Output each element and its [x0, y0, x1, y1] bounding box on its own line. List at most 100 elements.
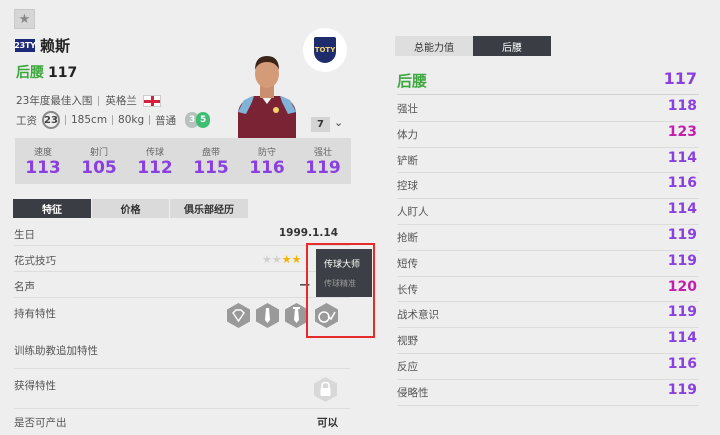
divider — [65, 115, 66, 125]
upgrade-level[interactable]: 7 — [311, 117, 330, 132]
attribute-value: 120 — [667, 278, 697, 295]
skill-star-rating: ★★★★ — [262, 253, 302, 266]
foot-rating: 3 5 — [185, 112, 211, 128]
stat-shooting: 射门 105 — [81, 147, 117, 178]
star-icon: ★ — [18, 11, 31, 27]
attribute-row: 长传 120 — [397, 276, 699, 301]
attribute-row: 视野 114 — [397, 327, 699, 352]
position-value: 117 — [663, 69, 697, 88]
producible-label: 是否可产出 — [14, 417, 67, 429]
player-portrait — [238, 56, 296, 138]
row-producible: 是否可产出 可以 — [14, 415, 350, 430]
stat-passing: 传球 112 — [137, 147, 173, 178]
attribute-row: 体力 123 — [397, 121, 699, 146]
producible-value: 可以 — [317, 417, 338, 429]
attribute-value: 114 — [667, 201, 697, 218]
attribute-value: 116 — [667, 175, 697, 192]
stat-dribbling: 盘带 115 — [193, 147, 229, 178]
player-name: 赖斯 — [40, 37, 71, 55]
tab-price[interactable]: 价格 — [92, 199, 169, 218]
divider — [112, 115, 114, 125]
attribute-name: 抢断 — [397, 232, 418, 244]
attribute-row: 战术意识 119 — [397, 301, 699, 326]
skill-moves-label: 花式技巧 — [14, 255, 56, 267]
attribute-name: 控球 — [397, 180, 418, 193]
acquired-traits-label: 获得特性 — [14, 380, 56, 392]
birthday-label: 生日 — [14, 229, 35, 241]
attribute-value: 119 — [667, 304, 697, 321]
club-badge: TOTY — [303, 28, 347, 72]
attribute-row: 短传 119 — [397, 250, 699, 275]
tab-traits[interactable]: 特征 — [13, 199, 91, 218]
divider — [149, 115, 151, 125]
england-flag-icon — [142, 94, 161, 107]
divider — [14, 271, 350, 272]
season-badge: 23TY — [14, 39, 36, 52]
attribute-name: 侵略性 — [397, 386, 429, 399]
divider — [14, 408, 350, 409]
position-rating-header: 后腰 117 — [397, 68, 699, 94]
highlight-box — [306, 243, 375, 338]
attribute-value: 118 — [667, 98, 697, 114]
training-traits-label: 训练助教追加特性 — [14, 345, 98, 357]
stat-defending: 防守 116 — [249, 147, 285, 178]
position-name: 后腰 — [397, 72, 428, 90]
position-rating: 后腰 117 — [16, 62, 77, 82]
position-label: 后腰 — [16, 65, 44, 81]
chevron-down-icon[interactable]: ⌄ — [334, 116, 343, 129]
tab-club-history[interactable]: 俱乐部经历 — [170, 199, 248, 218]
attribute-row: 反应 116 — [397, 353, 699, 378]
attribute-name: 视野 — [397, 335, 418, 348]
attribute-value: 119 — [667, 227, 697, 243]
attribute-row: 控球 116 — [397, 172, 699, 197]
lock-icon[interactable] — [312, 376, 339, 403]
attribute-name: 短传 — [397, 257, 418, 270]
height-text: 185cm — [71, 114, 108, 126]
stats-summary: 速度 113 射门 105 传球 112 盘带 115 防守 116 强壮 119 — [15, 138, 351, 184]
salary-value: 23 — [42, 111, 60, 129]
attribute-value: 119 — [667, 252, 697, 269]
tab-cdm[interactable]: 后腰 — [473, 36, 551, 56]
row-birthday: 生日 1999.1.14 — [14, 227, 350, 242]
nation-text: 英格兰 — [105, 95, 137, 107]
attribute-name: 强壮 — [397, 103, 418, 115]
salary-label: 工资 — [16, 114, 37, 127]
rating-tabs: 总能力值 后腰 — [395, 36, 551, 56]
divider — [14, 297, 350, 298]
favorite-star-button[interactable]: ★ — [14, 9, 35, 29]
player-info-row-1: 23年度最佳入围 英格兰 — [16, 93, 161, 108]
attribute-value: 116 — [667, 356, 697, 372]
traits-label: 持有特性 — [14, 308, 56, 320]
detail-tabs: 特征 价格 俱乐部经历 — [13, 199, 248, 218]
attribute-name: 人盯人 — [397, 206, 429, 219]
player-info-row-2: 工资 23 185cm 80kg 普通 3 5 — [16, 111, 211, 129]
row-reputation: 名声 — — [14, 279, 350, 294]
tie-trait-icon[interactable] — [254, 302, 281, 329]
award-text: 23年度最佳入围 — [16, 95, 93, 107]
birthday-value: 1999.1.14 — [278, 227, 338, 239]
row-acquired-traits: 获得特性 — [14, 378, 350, 393]
toty-shield-icon: TOTY — [314, 37, 336, 63]
attribute-value: 123 — [667, 123, 697, 140]
weight-text: 80kg — [118, 114, 145, 126]
divider — [98, 95, 100, 106]
attribute-value: 114 — [667, 149, 697, 166]
body-type-text: 普通 — [155, 114, 177, 127]
reputation-label: 名声 — [14, 281, 35, 293]
diamond-trait-icon[interactable] — [225, 302, 252, 329]
attribute-row: 人盯人 114 — [397, 198, 699, 223]
overall-rating: 117 — [48, 65, 78, 81]
stat-physical: 强壮 119 — [305, 147, 341, 178]
attribute-name: 铲断 — [397, 154, 418, 167]
divider — [397, 404, 699, 406]
attribute-name: 体力 — [397, 128, 418, 141]
divider — [14, 245, 350, 246]
attribute-value: 114 — [667, 330, 697, 347]
row-training-traits: 训练助教追加特性 — [14, 343, 350, 358]
stat-speed: 速度 113 — [25, 147, 61, 178]
tab-total-ability[interactable]: 总能力值 — [395, 36, 473, 56]
strong-foot-value: 5 — [196, 112, 211, 128]
attribute-row: 铲断 114 — [397, 147, 699, 172]
attribute-row: 抢断 119 — [397, 224, 699, 249]
attribute-row: 强壮 118 — [397, 95, 699, 120]
